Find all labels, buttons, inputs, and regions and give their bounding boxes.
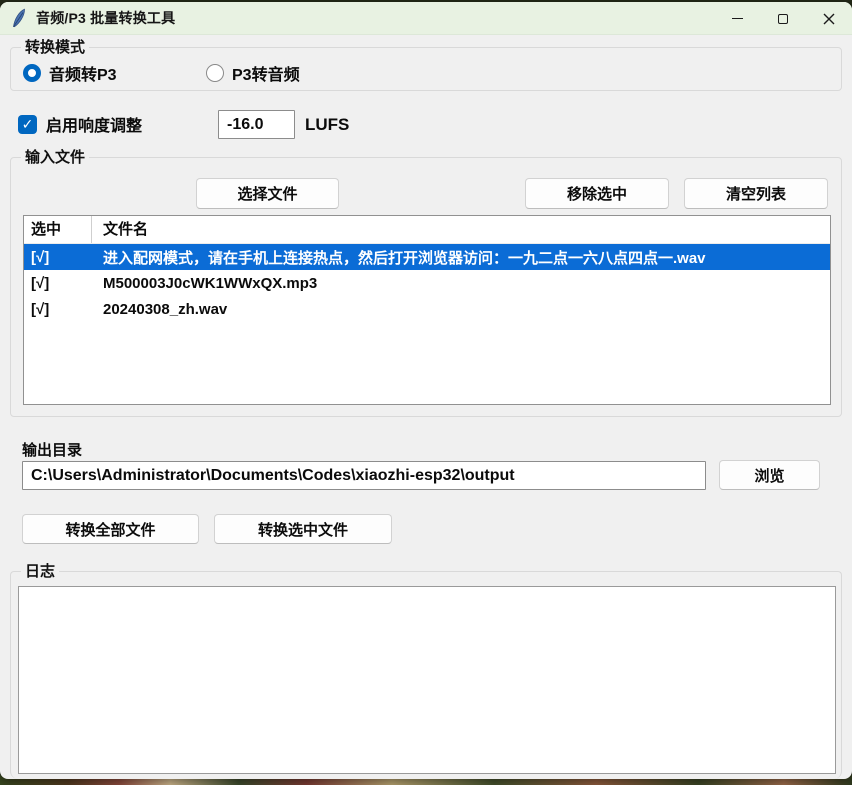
loudness-checkbox-label: 启用响度调整: [46, 112, 142, 136]
lufs-value-input[interactable]: -16.0: [218, 110, 295, 139]
radio-p3-to-audio[interactable]: P3转音频: [206, 62, 300, 84]
file-list-table: 选中 文件名 [√] 进入配网模式，请在手机上连接热点，然后打开浏览器访问：一九…: [23, 215, 831, 405]
header-checked-column[interactable]: 选中: [24, 216, 92, 243]
maximize-icon: [778, 14, 788, 24]
close-icon: [823, 13, 835, 25]
titlebar: 音频/P3 批量转换工具: [0, 2, 852, 35]
maximize-button[interactable]: [760, 2, 806, 35]
loudness-checkbox-row: ✓ 启用响度调整: [18, 109, 142, 139]
browse-button[interactable]: 浏览: [719, 460, 820, 490]
log-group: 日志: [10, 571, 842, 779]
row-filename-cell: M500003J0cWK1WWxQX.mp3: [92, 275, 830, 292]
row-checked-cell: [√]: [24, 275, 92, 292]
lufs-unit-label: LUFS: [305, 110, 349, 139]
radio-audio-to-p3-label: 音频转P3: [49, 61, 117, 85]
header-filename-column[interactable]: 文件名: [92, 216, 830, 243]
window-controls: [714, 2, 852, 35]
check-icon: ✓: [22, 116, 34, 133]
convert-selected-button[interactable]: 转换选中文件: [214, 514, 392, 544]
convert-all-button[interactable]: 转换全部文件: [22, 514, 199, 544]
radio-unselected-icon: [206, 64, 224, 82]
minimize-icon: [732, 18, 743, 19]
input-files-label: 输入文件: [21, 148, 89, 167]
log-textarea[interactable]: [18, 586, 836, 774]
input-files-group: 输入文件 选择文件 移除选中 清空列表 选中 文件名 [√] 进入配网模式，请在…: [10, 157, 842, 417]
minimize-button[interactable]: [714, 2, 760, 35]
radio-p3-to-audio-label: P3转音频: [232, 61, 300, 85]
conversion-mode-label: 转换模式: [21, 38, 89, 57]
python-feather-icon: [11, 8, 27, 28]
clear-list-button[interactable]: 清空列表: [684, 178, 828, 209]
row-checked-cell: [√]: [24, 301, 92, 318]
file-table-header: 选中 文件名: [24, 216, 830, 244]
conversion-mode-group: 转换模式 音频转P3 P3转音频: [10, 47, 842, 91]
radio-audio-to-p3[interactable]: 音频转P3: [23, 62, 117, 84]
select-files-button[interactable]: 选择文件: [196, 178, 339, 209]
table-row[interactable]: [√] M500003J0cWK1WWxQX.mp3: [24, 270, 830, 296]
row-filename-cell: 20240308_zh.wav: [92, 301, 830, 318]
log-label: 日志: [21, 562, 59, 581]
table-row[interactable]: [√] 20240308_zh.wav: [24, 296, 830, 322]
row-checked-cell: [√]: [24, 249, 92, 266]
loudness-checkbox[interactable]: ✓: [18, 115, 37, 134]
window-title: 音频/P3 批量转换工具: [36, 8, 175, 28]
row-filename-cell: 进入配网模式，请在手机上连接热点，然后打开浏览器访问：一九二点一六八点四点一.w…: [92, 247, 830, 268]
close-button[interactable]: [806, 2, 852, 35]
app-window: 音频/P3 批量转换工具 转换模式 音频转P3 P3转音频 ✓ 启用响度调整 -…: [0, 2, 852, 779]
table-row[interactable]: [√] 进入配网模式，请在手机上连接热点，然后打开浏览器访问：一九二点一六八点四…: [24, 244, 830, 270]
output-dir-input[interactable]: C:\Users\Administrator\Documents\Codes\x…: [22, 461, 706, 490]
output-dir-label: 输出目录: [22, 439, 82, 460]
remove-selected-button[interactable]: 移除选中: [525, 178, 669, 209]
radio-selected-icon: [23, 64, 41, 82]
